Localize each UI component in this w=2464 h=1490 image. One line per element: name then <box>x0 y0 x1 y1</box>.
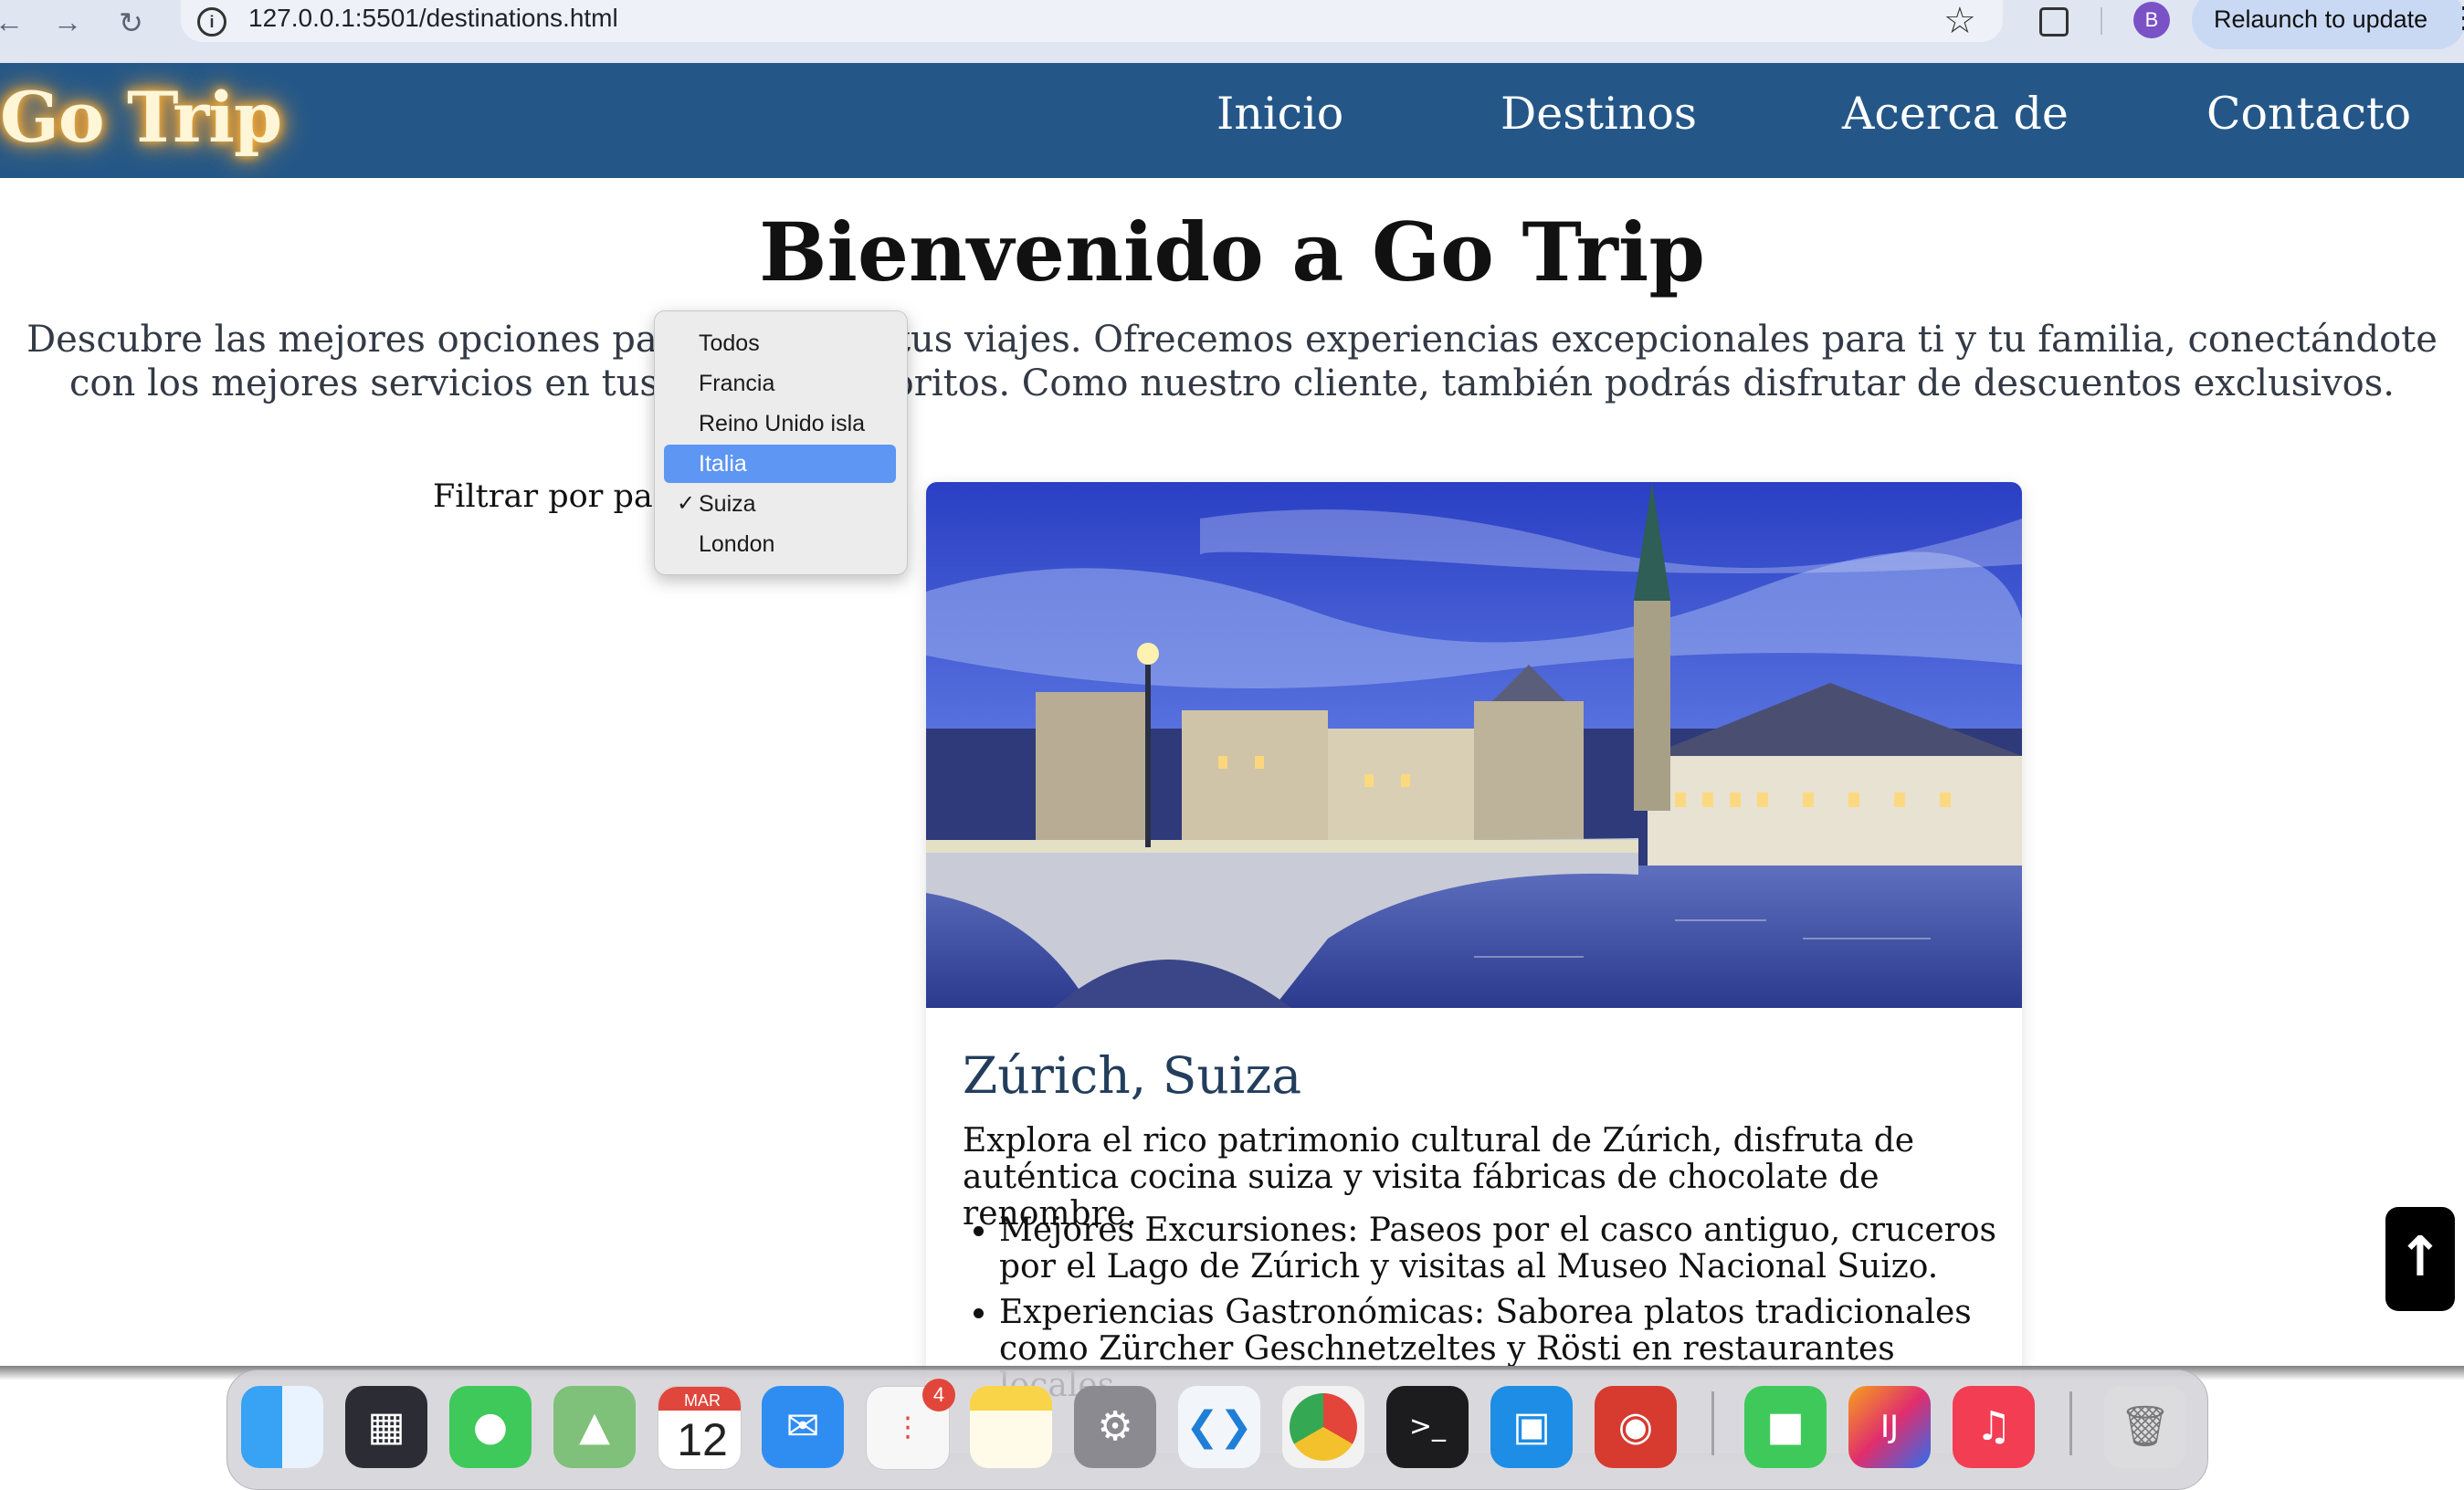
option-italia[interactable]: Italia <box>664 445 896 483</box>
messages-icon[interactable]: ● <box>449 1386 532 1468</box>
list-item: Mejores Excursiones: Paseos por el casco… <box>999 1212 2022 1285</box>
url-text[interactable]: 127.0.0.1:5501/destinations.html <box>248 4 618 33</box>
option-francia[interactable]: Francia <box>664 364 896 403</box>
system-settings-icon[interactable]: ⚙ <box>1074 1386 1156 1468</box>
arrow-up-icon: ↑ <box>2396 1225 2444 1289</box>
calendar-month: MAR <box>684 1391 721 1410</box>
relaunch-label[interactable]: Relaunch to update <box>2214 5 2427 34</box>
finder-icon[interactable] <box>241 1386 323 1468</box>
facetime-icon[interactable]: ■ <box>1744 1386 1827 1468</box>
notes-icon[interactable] <box>970 1386 1052 1468</box>
toolbar-divider <box>2101 7 2102 35</box>
card-title: Zúrich, Suiza <box>963 1046 1302 1105</box>
nav-contacto[interactable]: Contacto <box>2206 88 2411 140</box>
intellij-icon[interactable]: IJ <box>1848 1386 1931 1468</box>
zurich-image <box>926 482 2022 1008</box>
nav-acerca-de[interactable]: Acerca de <box>1842 88 2069 140</box>
option-suiza[interactable]: ✓ Suiza <box>664 485 896 523</box>
nav-inicio[interactable]: Inicio <box>1216 88 1343 140</box>
arrow-left-icon[interactable]: ← <box>0 5 24 39</box>
extensions-icon[interactable] <box>2039 7 2069 37</box>
chrome-icon[interactable] <box>1282 1386 1364 1468</box>
dock-divider <box>2069 1391 2072 1455</box>
option-london[interactable]: London <box>664 525 896 563</box>
terminal-icon[interactable]: >_ <box>1386 1386 1469 1468</box>
nav-destinos[interactable]: Destinos <box>1501 88 1697 140</box>
arrow-right-icon[interactable]: → <box>53 5 82 39</box>
bookmark-star-icon[interactable]: ☆ <box>1943 0 1976 42</box>
checkmark-icon: ✓ <box>677 491 696 516</box>
browser-toolbar: ← → ↻ i 127.0.0.1:5501/destinations.html… <box>0 0 2464 63</box>
reminders-badge: 4 <box>922 1379 955 1411</box>
photo-booth-icon[interactable]: ◉ <box>1595 1386 1677 1468</box>
info-icon[interactable]: i <box>197 7 226 37</box>
launchpad-icon[interactable]: ▦ <box>345 1386 427 1468</box>
filter-label: Filtrar por país: <box>433 478 690 515</box>
calendar-day: 12 <box>677 1414 728 1465</box>
dock-divider <box>1711 1391 1714 1455</box>
reload-icon[interactable]: ↻ <box>119 5 143 40</box>
option-reino-unido-isla[interactable]: Reino Unido isla <box>664 404 896 443</box>
scroll-top-button[interactable]: ↑ <box>2385 1207 2455 1311</box>
country-filter-dropdown[interactable]: Todos Francia Reino Unido isla Italia ✓ S… <box>654 310 908 575</box>
option-todos[interactable]: Todos <box>664 324 896 362</box>
mail-icon[interactable]: ✉ <box>762 1386 844 1468</box>
menu-kebab-icon[interactable]: ⋮ <box>2449 0 2464 35</box>
vscode-icon[interactable]: ❮❯ <box>1178 1386 1260 1468</box>
intro-text: Descubre las mejores opciones para plani… <box>26 319 2438 404</box>
trash-icon[interactable]: 🗑 <box>2104 1386 2186 1468</box>
site-logo[interactable]: Go Trip <box>0 77 282 158</box>
profile-avatar[interactable]: B <box>2133 2 2170 38</box>
page-title: Bienvenido a Go Trip <box>759 205 1705 299</box>
docker-icon[interactable]: ▣ <box>1490 1386 1573 1468</box>
music-icon[interactable]: ♫ <box>1953 1386 2035 1468</box>
destination-card: Zúrich, Suiza Explora el rico patrimonio… <box>926 482 2022 1453</box>
maps-icon[interactable]: ▲ <box>553 1386 636 1468</box>
